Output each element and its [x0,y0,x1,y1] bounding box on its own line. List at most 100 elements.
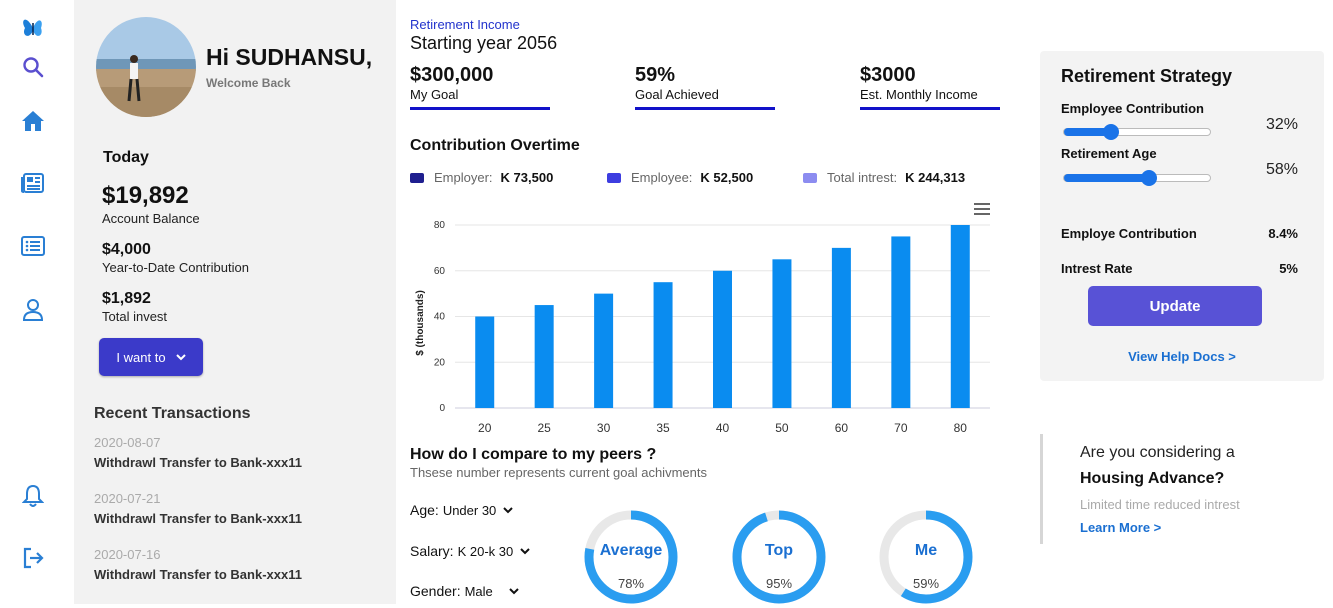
i-want-to-dropdown[interactable]: I want to [99,338,203,376]
chart-bar[interactable] [891,236,911,408]
y-tick-label: 40 [434,312,446,323]
stat-label: My Goal [410,87,459,102]
view-help-docs-link[interactable]: View Help Docs > [1040,349,1324,364]
stat-underline [635,107,775,110]
update-button[interactable]: Update [1088,286,1262,326]
housing-subtitle: Limited time reduced intrest [1080,497,1240,512]
stat-underline [410,107,550,110]
y-tick-label: 80 [434,220,446,231]
chart-bar[interactable] [713,270,732,408]
ytd-contribution-value: $4,000 [102,241,151,258]
logout-icon[interactable] [19,544,47,572]
learn-more-link[interactable]: Learn More > [1080,520,1161,535]
chart-bar[interactable] [653,282,673,408]
chart-bar[interactable] [831,247,851,408]
y-tick-label: 20 [434,357,446,368]
chevron-down-icon [520,547,530,554]
legend-value: K 244,313 [905,170,966,185]
stat-label: Goal Achieved [635,87,719,102]
transaction-description[interactable]: Withdrawl Transfer to Bank-xxx11 [94,567,302,582]
transaction-description[interactable]: Withdrawl Transfer to Bank-xxx11 [94,511,302,526]
stat-my-goal: $300,000 My Goal [410,64,550,110]
legend-swatch [410,172,424,183]
ring-percent: 95% [765,576,793,591]
interest-rate-value: 5% [1279,261,1298,276]
salary-filter[interactable]: Salary: K 20-k 30 [410,543,530,559]
legend-value: K 52,500 [700,170,754,185]
gender-filter[interactable]: Gender: Male [410,583,519,599]
x-tick-label: 60 [835,421,849,435]
slider-thumb[interactable] [1102,124,1119,140]
contribution-title: Contribution Overtime [410,137,580,154]
legend-value: K 73,500 [500,170,554,185]
housing-title: Housing Advance? [1080,470,1225,487]
list-icon[interactable] [19,232,47,260]
chevron-down-icon [503,506,514,513]
bell-icon[interactable] [19,482,47,510]
stat-monthly-income: $3000 Est. Monthly Income [860,64,1000,110]
search-icon[interactable] [19,53,47,81]
age-filter[interactable]: Age: Under 30 [410,502,514,518]
starting-year: Starting year 2056 [410,33,558,53]
stat-goal-achieved: 59% Goal Achieved [635,64,775,110]
housing-question: Are you considering a [1080,444,1235,461]
transaction-date: 2020-08-07 [94,435,161,450]
total-invest-label: Total invest [102,309,168,324]
transaction-date: 2020-07-16 [94,547,161,562]
housing-advance-promo: Are you considering a Housing Advance? L… [1040,434,1280,544]
retirement-income-label: Retirement Income [410,17,520,32]
x-tick-label: 80 [954,421,968,435]
chart-bar[interactable] [475,316,495,409]
newspaper-icon[interactable] [19,169,47,197]
chart-bar[interactable] [772,259,792,408]
stat-value: $3000 [860,64,916,86]
account-balance-label: Account Balance [102,211,200,226]
retirement-age-slider[interactable] [1063,170,1211,186]
butterfly-logo-icon[interactable] [19,14,47,42]
stat-value: 59% [635,64,676,86]
ring-label: Me [914,542,938,559]
chart-bar[interactable] [950,225,970,408]
slider-thumb[interactable] [1140,170,1157,186]
x-tick-label: 20 [478,421,492,435]
retirement-strategy-card: Retirement Strategy Employee Contributio… [1040,51,1324,381]
x-tick-label: 35 [656,421,670,435]
avatar[interactable] [96,17,196,117]
ring-percent: 59% [912,576,940,591]
today-heading: Today [103,149,149,166]
welcome-text: Welcome Back [206,76,291,90]
employee-contribution-label: Employee Contribution [1061,101,1204,116]
x-tick-label: 70 [894,421,908,435]
legend-employee: Employee: K 52,500 [607,170,753,185]
retirement-age-percent: 58% [1266,161,1299,178]
chart-bar[interactable] [594,293,614,408]
legend-total-interest: Total intrest: K 244,313 [803,170,965,185]
chart-bar[interactable] [534,305,554,408]
employe-contribution-label: Employe Contribution [1061,226,1197,241]
transaction-description[interactable]: Withdrawl Transfer to Bank-xxx11 [94,455,302,470]
interest-rate-label: Intrest Rate [1061,261,1133,276]
legend-employer: Employer: K 73,500 [410,170,553,185]
chevron-down-icon [509,587,519,594]
legend-swatch [803,172,817,183]
employee-contribution-slider[interactable] [1063,124,1211,140]
home-icon[interactable] [19,107,47,135]
legend-label: Total intrest: [827,170,898,185]
legend-label: Employee: [631,170,693,185]
salary-filter-value: K 20-k 30 [457,543,514,559]
ring-me: Me 59% [878,509,974,605]
age-filter-label: Age: [410,502,439,518]
profile-panel: Hi SUDHANSU, Welcome Back Today $19,892 … [74,0,396,604]
stat-value: $300,000 [410,64,494,86]
y-tick-label: 60 [434,266,446,277]
salary-filter-label: Salary: [410,543,454,559]
recent-transactions-title: Recent Transactions [94,405,251,422]
contribution-chart: 20 25 30 35 40 50 60 70 80 0 20 40 60 80 $ (thousand… [415,220,990,435]
gender-filter-value: Male [464,583,493,599]
user-icon[interactable] [19,296,47,324]
ring-label: Average [599,542,663,559]
transaction-date: 2020-07-21 [94,491,161,506]
legend-swatch [607,172,621,183]
employee-contribution-percent: 32% [1266,116,1299,133]
retirement-age-label: Retirement Age [1061,146,1157,161]
